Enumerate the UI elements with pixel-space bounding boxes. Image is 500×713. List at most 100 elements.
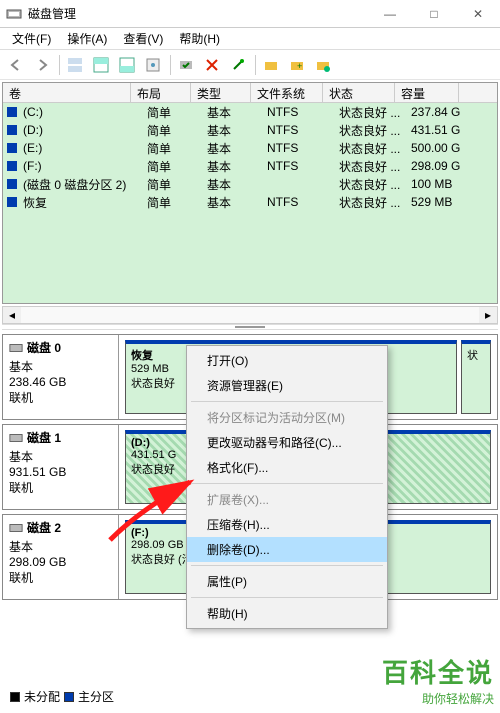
ctx-change-path[interactable]: 更改驱动器号和路径(C)... (187, 430, 387, 455)
volume-type: 基本 (207, 122, 267, 139)
disk-icon (9, 521, 23, 535)
ctx-format[interactable]: 格式化(F)... (187, 455, 387, 480)
volume-capacity: 500.00 G (411, 141, 475, 155)
folder-icon[interactable] (259, 53, 283, 77)
volume-row[interactable]: (D:) 简单 基本 NTFS 状态良好 ... 431.51 G (3, 121, 497, 139)
volume-layout: 简单 (147, 104, 207, 121)
window-title: 磁盘管理 (28, 5, 368, 22)
view-bottom-icon[interactable] (115, 53, 139, 77)
volume-status: 状态良好 ... (339, 122, 411, 139)
volume-fs: NTFS (267, 105, 339, 119)
menu-help[interactable]: 帮助(H) (171, 28, 228, 49)
legend: 未分配 主分区 (10, 688, 114, 705)
disk-status: 联机 (9, 389, 112, 406)
context-menu: 打开(O) 资源管理器(E) 将分区标记为活动分区(M) 更改驱动器号和路径(C… (186, 345, 388, 629)
splitter[interactable] (2, 324, 498, 330)
disk-info[interactable]: 磁盘 1 基本 931.51 GB 联机 (3, 425, 119, 509)
action-icon[interactable] (174, 53, 198, 77)
toolbar-separator (59, 55, 60, 75)
volume-row[interactable]: 恢复 简单 基本 NTFS 状态良好 ... 529 MB (3, 193, 497, 211)
volume-color-bar (7, 161, 17, 171)
volume-status: 状态良好 ... (339, 140, 411, 157)
volume-name: (C:) (23, 105, 147, 119)
volume-capacity: 298.09 G (411, 159, 475, 173)
volume-layout: 简单 (147, 158, 207, 175)
col-volume[interactable]: 卷 (3, 83, 131, 102)
volume-color-bar (7, 143, 17, 153)
volume-name: (E:) (23, 141, 147, 155)
svg-text:+: + (297, 61, 302, 71)
disk-icon (9, 431, 23, 445)
ctx-extend: 扩展卷(X)... (187, 487, 387, 512)
disk-info[interactable]: 磁盘 2 基本 298.09 GB 联机 (3, 515, 119, 599)
toolbar-separator (255, 55, 256, 75)
volume-layout: 简单 (147, 122, 207, 139)
ctx-open[interactable]: 打开(O) (187, 348, 387, 373)
scroll-left-icon[interactable]: ◂ (3, 307, 21, 323)
watermark-title: 百科全说 (382, 653, 494, 690)
volume-capacity: 100 MB (411, 177, 475, 191)
delete-icon[interactable] (200, 53, 224, 77)
menu-view[interactable]: 查看(V) (115, 28, 171, 49)
ctx-explorer[interactable]: 资源管理器(E) (187, 373, 387, 398)
volume-row[interactable]: (E:) 简单 基本 NTFS 状态良好 ... 500.00 G (3, 139, 497, 157)
minimize-button[interactable]: — (368, 0, 412, 28)
view-both-icon[interactable] (63, 53, 87, 77)
scroll-right-icon[interactable]: ▸ (479, 307, 497, 323)
col-status[interactable]: 状态 (323, 83, 395, 102)
ctx-properties[interactable]: 属性(P) (187, 569, 387, 594)
disk-info[interactable]: 磁盘 0 基本 238.46 GB 联机 (3, 335, 119, 419)
volume-row[interactable]: (F:) 简单 基本 NTFS 状态良好 ... 298.09 G (3, 157, 497, 175)
volume-row[interactable]: (磁盘 0 磁盘分区 2) 简单 基本 状态良好 ... 100 MB (3, 175, 497, 193)
watermark: 百科全说 助你轻松解决 (382, 653, 494, 707)
volume-name: (F:) (23, 159, 147, 173)
folder-sync-icon[interactable] (311, 53, 335, 77)
settings-icon[interactable] (141, 53, 165, 77)
disk-size: 238.46 GB (9, 375, 112, 389)
folder-add-icon[interactable]: + (285, 53, 309, 77)
ctx-shrink[interactable]: 压缩卷(H)... (187, 512, 387, 537)
volume-color-bar (7, 107, 17, 117)
disk-status: 联机 (9, 479, 112, 496)
volume-color-bar (7, 179, 17, 189)
volume-name: (D:) (23, 123, 147, 137)
legend-unallocated-swatch (10, 692, 20, 702)
volume-fs: NTFS (267, 141, 339, 155)
col-layout[interactable]: 布局 (131, 83, 191, 102)
forward-button[interactable] (30, 53, 54, 77)
close-button[interactable]: ✕ (456, 0, 500, 28)
maximize-button[interactable]: □ (412, 0, 456, 28)
ctx-separator (191, 597, 383, 598)
volume-layout: 简单 (147, 176, 207, 193)
volume-fs: NTFS (267, 159, 339, 173)
ctx-delete-volume[interactable]: 删除卷(D)... (187, 537, 387, 562)
properties-icon[interactable] (226, 53, 250, 77)
volume-row[interactable]: (C:) 简单 基本 NTFS 状态良好 ... 237.84 G (3, 103, 497, 121)
h-scrollbar[interactable]: ◂ ▸ (2, 306, 498, 324)
col-fs[interactable]: 文件系统 (251, 83, 323, 102)
disk-type: 基本 (9, 538, 112, 555)
disk-name: 磁盘 2 (27, 519, 61, 536)
volume-fs: NTFS (267, 195, 339, 209)
volume-type: 基本 (207, 176, 267, 193)
disk-icon (9, 341, 23, 355)
volume-fs: NTFS (267, 123, 339, 137)
col-capacity[interactable]: 容量 (395, 83, 459, 102)
volume-status: 状态良好 ... (339, 104, 411, 121)
disk-name: 磁盘 0 (27, 339, 61, 356)
scroll-track[interactable] (21, 307, 479, 323)
partition[interactable]: 状 (461, 340, 491, 414)
back-button[interactable] (4, 53, 28, 77)
watermark-subtitle: 助你轻松解决 (382, 690, 494, 707)
menu-file[interactable]: 文件(F) (4, 28, 59, 49)
volume-status: 状态良好 ... (339, 176, 411, 193)
partition-size: 状 (467, 347, 485, 363)
ctx-help[interactable]: 帮助(H) (187, 601, 387, 626)
ctx-mark-active: 将分区标记为活动分区(M) (187, 405, 387, 430)
app-icon (6, 6, 22, 22)
view-top-icon[interactable] (89, 53, 113, 77)
menu-action[interactable]: 操作(A) (59, 28, 115, 49)
volume-rows: (C:) 简单 基本 NTFS 状态良好 ... 237.84 G (D:) 简… (3, 103, 497, 303)
col-type[interactable]: 类型 (191, 83, 251, 102)
volume-list: 卷 布局 类型 文件系统 状态 容量 (C:) 简单 基本 NTFS 状态良好 … (2, 82, 498, 304)
